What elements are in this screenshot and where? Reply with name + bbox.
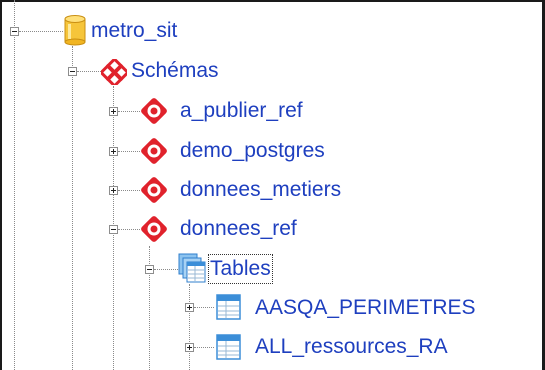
expand-toggle[interactable]: [109, 147, 118, 156]
expand-toggle[interactable]: [185, 303, 194, 312]
tree-guide-line: [194, 347, 214, 348]
node-label: Tables: [208, 254, 273, 284]
tree-guide-line: [72, 46, 73, 370]
node-label: donnees_metiers: [180, 178, 342, 201]
collapse-toggle[interactable]: [10, 27, 19, 36]
collapse-toggle[interactable]: [68, 67, 77, 76]
frame-border-left: [0, 0, 2, 370]
node-label: donnees_ref: [180, 217, 297, 240]
schema-icon: [141, 177, 167, 203]
schema-icon: [141, 216, 167, 242]
tree-guide-line: [19, 31, 63, 32]
schemas-icon: [101, 59, 127, 85]
tree-guide-line: [118, 151, 140, 152]
tables-icon: [178, 253, 206, 283]
table-icon: [216, 294, 241, 320]
tree-guide-line: [194, 307, 214, 308]
node-label: demo_postgres: [180, 139, 325, 162]
expand-toggle[interactable]: [109, 186, 118, 195]
tree-guide-line: [154, 269, 178, 270]
node-label: metro_sit: [91, 19, 178, 42]
tree-guide-line: [77, 71, 101, 72]
frame-border-top: [0, 0, 545, 2]
expand-toggle[interactable]: [185, 343, 194, 352]
schema-icon: [141, 138, 167, 164]
tree-guide-line: [14, 0, 15, 370]
table-icon: [216, 334, 241, 360]
node-label: Schémas: [131, 59, 219, 82]
collapse-toggle[interactable]: [109, 225, 118, 234]
node-label: AASQA_PERIMETRES: [255, 296, 476, 319]
database-icon: [64, 15, 86, 46]
tree-guide-line: [118, 190, 140, 191]
object-browser-tree: metro_sit Schémas a_publier_ref demo_pos…: [0, 0, 545, 370]
tree-guide-line: [118, 111, 140, 112]
tree-guide-line: [118, 229, 140, 230]
tree-guide-line: [189, 284, 190, 370]
collapse-toggle[interactable]: [145, 265, 154, 274]
node-label: ALL_ressources_RA: [255, 335, 448, 358]
node-label: a_publier_ref: [180, 99, 303, 122]
expand-toggle[interactable]: [109, 107, 118, 116]
schema-icon: [141, 98, 167, 124]
